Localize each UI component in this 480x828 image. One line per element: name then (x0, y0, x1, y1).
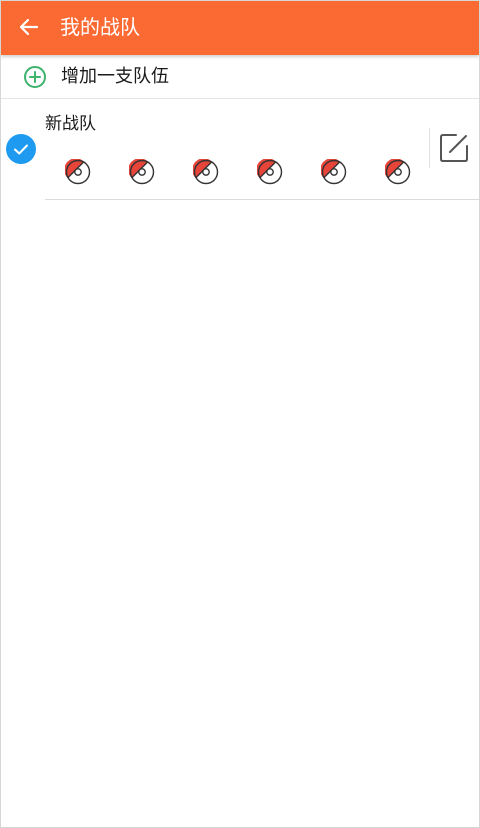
edit-icon (440, 134, 468, 162)
team-name: 新战队 (45, 114, 96, 134)
back-button[interactable] (11, 9, 47, 45)
plus-circle-icon (24, 66, 46, 88)
add-team-label: 增加一支队伍 (61, 66, 169, 87)
screen: 我的战队 增加一支队伍 新战队 (0, 0, 480, 828)
team-member-slots (65, 159, 425, 185)
divider (45, 199, 479, 200)
pokeball-icon[interactable] (385, 159, 411, 185)
pokeball-icon[interactable] (65, 159, 91, 185)
arrow-left-icon (19, 18, 39, 36)
app-bar: 我的战队 (1, 1, 479, 55)
add-team-button[interactable]: 增加一支队伍 (1, 55, 479, 99)
team-list-item[interactable]: 新战队 (1, 100, 479, 200)
pokeball-icon[interactable] (321, 159, 347, 185)
page-title: 我的战队 (60, 15, 140, 39)
pokeball-icon[interactable] (129, 159, 155, 185)
pokeball-icon[interactable] (257, 159, 283, 185)
check-circle-icon[interactable] (6, 134, 36, 164)
edit-team-button[interactable] (438, 132, 470, 164)
divider (429, 128, 430, 168)
pokeball-icon[interactable] (193, 159, 219, 185)
